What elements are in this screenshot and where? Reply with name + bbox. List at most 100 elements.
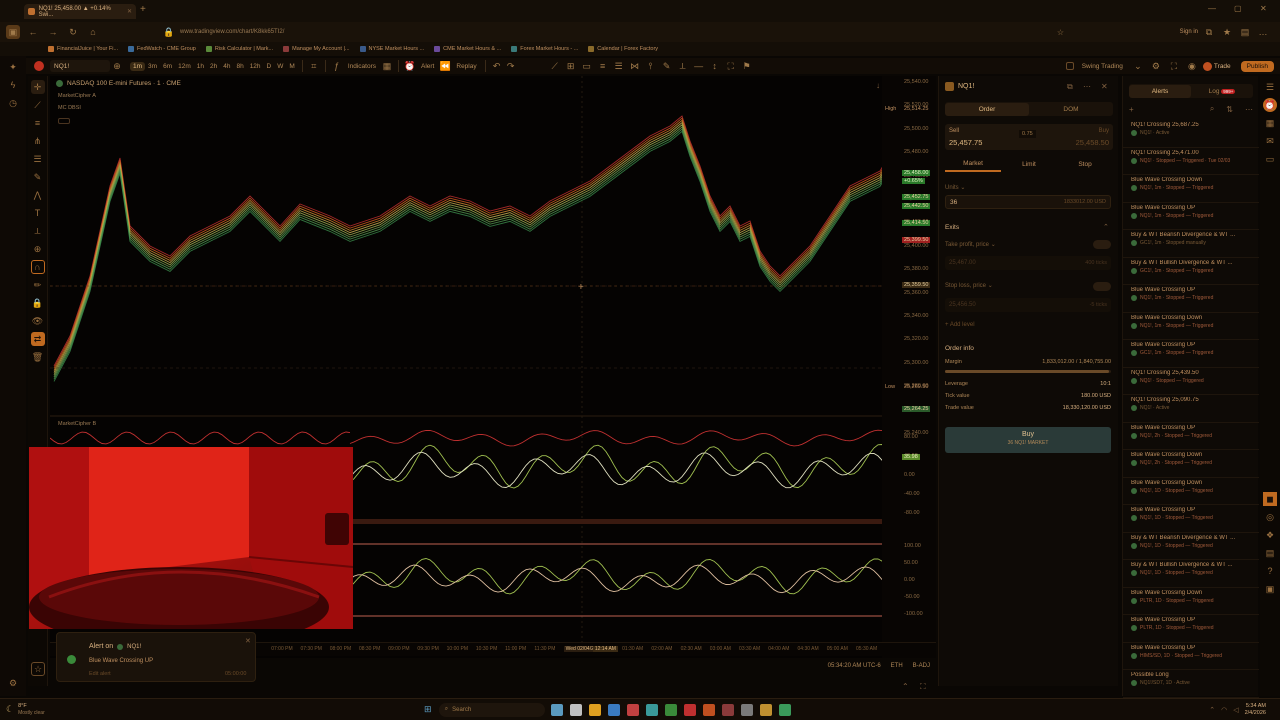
more-icon[interactable]: … (1256, 25, 1270, 39)
hide-drawings-icon[interactable]: 👁 (31, 314, 45, 328)
news-icon[interactable]: ✉ (1263, 134, 1277, 148)
tray-chevron-icon[interactable]: ⌃ (1209, 706, 1215, 714)
settings-icon[interactable]: ⚙ (1149, 59, 1163, 73)
alert-list-item[interactable]: Buy & WT Bearish Divergence & WT ... NQ1!… (1123, 533, 1259, 560)
alert-list-item[interactable]: Blue Wave Crossing UP PLTR, 1D · Stopped … (1123, 615, 1259, 643)
measure-tool-icon[interactable]: — (692, 59, 706, 73)
chat-icon[interactable]: ▭ (1263, 152, 1277, 166)
trading-panel-icon[interactable]: ◼ (1263, 492, 1277, 506)
forecast-tool-icon[interactable]: ⫯ (644, 59, 658, 73)
crosshair-tool-icon[interactable]: ✛ (30, 80, 45, 94)
channel-tool-icon[interactable]: ≡ (31, 116, 45, 130)
indicators-button[interactable]: Indicators (344, 63, 380, 70)
zoom-icon[interactable]: ⊕ (31, 242, 45, 256)
star-icon[interactable]: ☆ (1057, 28, 1064, 37)
fullscreen-tool-icon[interactable]: ⛶ (724, 59, 738, 73)
alert-list-item[interactable]: Blue Wave Crossing UP NQ1!, 1m · Stopped … (1123, 285, 1259, 313)
settings-app-icon[interactable] (740, 703, 753, 716)
pitchfork-tool-icon[interactable]: ⋔ (31, 134, 45, 148)
opera-icon[interactable] (683, 703, 696, 716)
alert-list-item[interactable]: NQ1! Crossing 25,439.50 NQ1! · Stopped — … (1123, 368, 1259, 395)
copilot-icon[interactable] (550, 703, 563, 716)
favorites-star-icon[interactable]: ☆ (31, 662, 45, 676)
sidebar-settings-icon[interactable]: ⚙ (6, 676, 20, 690)
taskbar-search[interactable]: ⌕ Search (438, 702, 545, 717)
weather-widget[interactable]: ☾ 8°F Mostly clear (6, 703, 45, 717)
alerts-clock-icon[interactable]: ⏰ (1263, 98, 1277, 112)
panel-close-icon[interactable]: ✕ (1101, 82, 1108, 91)
interval-M[interactable]: M (286, 62, 297, 71)
brave-icon[interactable] (702, 703, 715, 716)
file-explorer-icon[interactable] (588, 703, 601, 716)
alert-button[interactable]: Alert (417, 63, 438, 70)
publish-button[interactable]: Publish (1240, 60, 1274, 72)
vline-tool-icon[interactable]: ↕ (708, 59, 722, 73)
home-icon[interactable]: ⌂ (86, 25, 100, 39)
trade-button[interactable]: Trade (1202, 61, 1231, 71)
pattern-icon[interactable]: ⋀ (31, 188, 45, 202)
bookmark-item[interactable]: Risk Calculator | Mark... (205, 46, 273, 52)
interval-D[interactable]: D (264, 62, 275, 71)
indicator-label-a[interactable]: MarketCipher A (58, 93, 96, 99)
alert-list-item[interactable]: NQ1! Crossing 25,090.75 NQ1! · Active (1123, 395, 1259, 423)
alert-toast[interactable]: Alert on NQ1! Blue Wave Crossing UP Edit… (56, 632, 256, 682)
fib-retracement-icon[interactable]: ☰ (31, 152, 45, 166)
alert-list-item[interactable]: Blue Wave Crossing Down NQ1!, 2h · Stoppe… (1123, 450, 1259, 478)
alert-list-item[interactable]: Blue Wave Crossing UP NQ1!, 2h · Stopped … (1123, 423, 1259, 450)
toast-close-icon[interactable]: ✕ (245, 637, 251, 645)
interval-W[interactable]: W (274, 62, 286, 71)
alert-list-item[interactable]: Blue Wave Crossing UP NQ1!, 1m · Stopped … (1123, 203, 1259, 230)
sidebar-clock-icon[interactable]: ◷ (6, 96, 20, 110)
reload-icon[interactable]: ↻ (66, 25, 80, 39)
ideas-icon[interactable]: ◎ (1263, 510, 1277, 524)
snapshot-tool-icon[interactable]: ⚑ (740, 59, 754, 73)
keep-drawing-icon[interactable]: ✏ (31, 278, 45, 292)
bookmark-item[interactable]: Calendar | Forex Factory (588, 46, 658, 52)
fullscreen-icon[interactable]: ⛶ (1167, 59, 1181, 73)
sort-alerts-icon[interactable]: ⇅ (1226, 105, 1233, 114)
interval-4h[interactable]: 4h (220, 62, 233, 71)
bookmark-item[interactable]: Manage My Account |... (283, 46, 350, 52)
stop-loss-toggle[interactable] (1093, 282, 1111, 291)
rect-tool-icon[interactable]: ▭ (580, 59, 594, 73)
brush-tool-icon[interactable]: ✎ (660, 59, 674, 73)
exits-collapse-icon[interactable]: ⌃ (1103, 223, 1109, 231)
edit-alert-link[interactable]: Edit alert (89, 671, 111, 677)
alert-list-item[interactable]: NQ1! Crossing 25,687.25 NQ1! · Active (1123, 120, 1259, 148)
close-tab-icon[interactable]: ✕ (127, 8, 132, 15)
browser-tab[interactable]: NQ1! 25,458.00 ▲ +0.14% Swi... ✕ (24, 4, 136, 19)
add-symbol-icon[interactable]: ⊕ (110, 59, 124, 73)
tab-alerts[interactable]: Alerts (1129, 84, 1191, 98)
alert-list-item[interactable]: Blue Wave Crossing Down PLTR, 1D · Stoppe… (1123, 588, 1259, 615)
stop-loss-input[interactable]: 25,456.50 -5 ticks (945, 298, 1111, 312)
magnet-icon[interactable]: ∩ (30, 260, 45, 274)
new-tab-icon[interactable]: + (140, 4, 146, 15)
type-limit[interactable]: Limit (1001, 161, 1057, 171)
sell-price[interactable]: 25,457.75 (949, 138, 982, 147)
price-axis[interactable]: 25,540.00 25,520.00 25,500.00 25,480.00 25,4… (882, 76, 936, 658)
vivaldi-icon[interactable] (626, 703, 639, 716)
avatar[interactable] (34, 61, 44, 71)
trend-line-tool-icon[interactable]: ⟋ (548, 59, 562, 73)
session-button[interactable]: ETH (891, 663, 903, 669)
tab-order[interactable]: Order (945, 102, 1029, 116)
sidebar-trending-icon[interactable]: ✦ (6, 60, 20, 74)
fib-tool-icon[interactable]: ≡ (596, 59, 610, 73)
alert-list-item[interactable]: Blue Wave Crossing UP HIMS/SD, 1D · Stopp… (1123, 643, 1259, 670)
symbol-search[interactable]: NQ1! (50, 60, 110, 72)
interval-3m[interactable]: 3m (145, 62, 160, 71)
interval-12m[interactable]: 12m (175, 62, 194, 71)
add-alert-icon[interactable]: + (1129, 105, 1134, 114)
interval-6m[interactable]: 6m (160, 62, 175, 71)
collapse-legend-button[interactable] (58, 118, 70, 124)
indicator-label-dbsi[interactable]: MC DBSI (58, 105, 81, 111)
ruler-tool-icon[interactable]: ⟂ (676, 59, 690, 73)
volume-icon[interactable]: ◁ (1233, 706, 1238, 714)
trash-icon[interactable]: 🗑 (31, 350, 45, 364)
alert-list-item[interactable]: Blue Wave Crossing UP GC1!, 1m · Stopped … (1123, 340, 1259, 368)
forward-icon[interactable]: → (46, 25, 60, 39)
buy-button[interactable]: Buy 36 NQ1! MARKET (945, 427, 1111, 453)
alert-list-item[interactable]: Blue Wave Crossing UP NQ1!, 1D · Stopped … (1123, 505, 1259, 533)
add-level-button[interactable]: + Add level (945, 322, 975, 328)
undo-icon[interactable]: ↶ (490, 59, 504, 73)
